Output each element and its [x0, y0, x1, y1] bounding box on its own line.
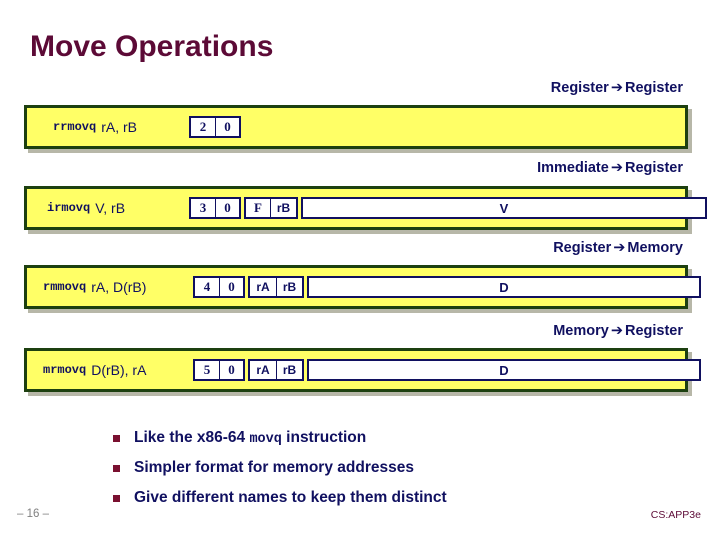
- encoding-cell: 0: [219, 361, 243, 379]
- caption-source: Memory: [553, 323, 609, 339]
- bullet-item: Like the x86-64 movq instruction: [113, 428, 633, 449]
- mnemonic-opcode: irmovq: [47, 201, 91, 215]
- encoding-field-group: 30: [189, 197, 241, 219]
- instruction-mnemonic: rrmovq rA, rB: [53, 108, 137, 146]
- bullet-text-pre: Like the x86-64: [134, 429, 250, 446]
- instruction-mnemonic: rmmovq rA, D(rB): [43, 268, 146, 306]
- encoding-cell: D: [309, 361, 699, 379]
- section-caption-1: Register ➔ Register: [551, 80, 683, 96]
- arrow-right-icon: ➔: [610, 323, 623, 339]
- caption-source: Register: [550, 80, 609, 96]
- bullet-item: Simpler format for memory addresses: [113, 458, 633, 479]
- bullet-text-code: movq: [249, 432, 282, 447]
- encoding-field-group: 20: [189, 116, 241, 138]
- caption-source: Register: [553, 240, 612, 256]
- bullet-list: Like the x86-64 movq instruction Simpler …: [113, 428, 633, 518]
- arrow-right-icon: ➔: [613, 240, 626, 256]
- encoding-cell: 0: [215, 199, 239, 217]
- encoding-fields: 20: [189, 116, 241, 138]
- mnemonic-operands: V, rB: [95, 200, 126, 216]
- encoding-cell: 0: [219, 278, 243, 296]
- encoding-fields: 5 0 rA rB D: [193, 359, 701, 381]
- mnemonic-opcode: rmmovq: [43, 280, 87, 294]
- mnemonic-operands: rA, rB: [101, 119, 137, 135]
- page-number: – 16 –: [17, 508, 49, 520]
- caption-source: Immediate: [537, 160, 609, 176]
- encoding-cell: V: [303, 199, 705, 217]
- instruction-mnemonic: mrmovq D(rB), rA: [43, 351, 146, 389]
- bullet-text: Simpler format for memory addresses: [134, 458, 414, 479]
- mnemonic-opcode: mrmovq: [43, 363, 87, 377]
- encoding-field-group: 40: [193, 276, 245, 298]
- encoding-field-group: rA rB: [248, 276, 304, 298]
- arrow-right-icon: ➔: [610, 160, 623, 176]
- bullet-text-post: instruction: [281, 429, 367, 446]
- instruction-panel-1: rrmovq rA, rB 2 0: [24, 105, 688, 149]
- encoding-field-group: 50: [193, 359, 245, 381]
- encoding-cell: 2: [191, 118, 215, 136]
- encoding-field-group: rA rB: [248, 359, 304, 381]
- encoding-fields: 4 0 rA rB D: [193, 276, 701, 298]
- bullet-square-icon: [113, 494, 120, 502]
- encoding-field-group: D: [307, 276, 701, 298]
- section-caption-3: Register ➔ Memory: [553, 240, 683, 256]
- bullet-text-pre: Give different names to keep them distin…: [134, 488, 447, 506]
- encoding-field-group: D: [307, 359, 701, 381]
- instruction-panel-4: mrmovq D(rB), rA 5 0 rA rB D: [24, 348, 701, 392]
- instruction-panel-3: rmmovq rA, D(rB) 4 0 rA rB D: [24, 265, 701, 309]
- encoding-cell: 4: [195, 278, 219, 296]
- mnemonic-operands: D(rB), rA: [91, 362, 147, 378]
- encoding-cell: 0: [215, 118, 239, 136]
- caption-target: Register: [624, 160, 683, 176]
- caption-target: Register: [624, 323, 683, 339]
- caption-target: Register: [624, 80, 683, 96]
- mnemonic-opcode: rrmovq: [53, 120, 97, 134]
- encoding-cell: rB: [270, 199, 296, 217]
- bullet-item: Give different names to keep them distin…: [113, 488, 633, 509]
- bullet-text-pre: Simpler format for memory addresses: [134, 458, 414, 476]
- encoding-cell: rA: [250, 278, 276, 296]
- bullet-square-icon: [113, 464, 120, 472]
- bullet-text: Give different names to keep them distin…: [134, 488, 447, 509]
- encoding-field-group: V: [301, 197, 707, 219]
- page-title: Move Operations: [30, 30, 274, 63]
- encoding-cell: 5: [195, 361, 219, 379]
- section-caption-2: Immediate ➔ Register: [537, 160, 683, 176]
- bullet-text: Like the x86-64 movq instruction: [134, 428, 366, 449]
- instruction-panel-2: irmovq V, rB 3 0 FrB V: [24, 186, 707, 230]
- bullet-square-icon: [113, 435, 120, 442]
- encoding-cell: rA: [250, 361, 276, 379]
- instruction-mnemonic: irmovq V, rB: [47, 189, 125, 227]
- encoding-cell: F: [246, 199, 270, 217]
- encoding-field-group: FrB: [244, 197, 298, 219]
- mnemonic-operands: rA, D(rB): [91, 279, 147, 295]
- encoding-cell: 3: [191, 199, 215, 217]
- encoding-cell: rB: [276, 278, 302, 296]
- arrow-right-icon: ➔: [610, 80, 623, 96]
- encoding-fields: 3 0 FrB V: [189, 197, 707, 219]
- caption-target: Memory: [627, 240, 683, 256]
- encoding-cell: D: [309, 278, 699, 296]
- encoding-cell: rB: [276, 361, 302, 379]
- section-caption-4: Memory ➔ Register: [553, 323, 683, 339]
- footer-brand: CS:APP3e: [650, 509, 701, 521]
